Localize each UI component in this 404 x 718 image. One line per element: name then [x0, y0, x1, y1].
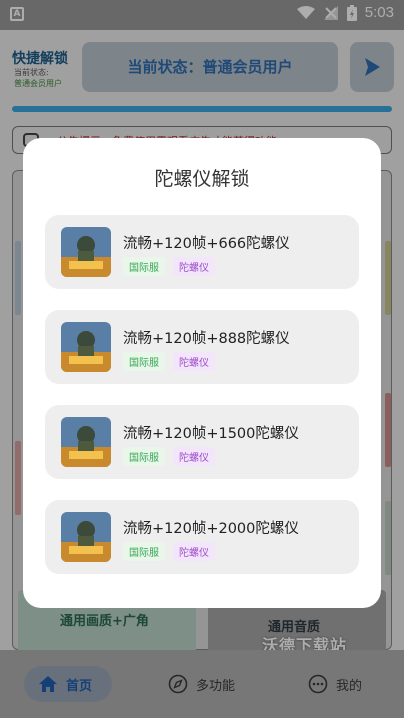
option-title: 流畅+120帧+666陀螺仪	[123, 236, 290, 252]
game-thumbnail-icon	[61, 227, 111, 277]
option-item[interactable]: 流畅+120帧+666陀螺仪 国际服 陀螺仪	[45, 215, 359, 289]
region-tag: 国际服	[123, 542, 165, 561]
game-thumbnail-icon	[61, 417, 111, 467]
option-title: 流畅+120帧+888陀螺仪	[123, 331, 290, 347]
game-thumbnail-icon	[61, 322, 111, 372]
option-item[interactable]: 流畅+120帧+2000陀螺仪 国际服 陀螺仪	[45, 500, 359, 574]
game-thumbnail-icon	[61, 512, 111, 562]
option-title: 流畅+120帧+2000陀螺仪	[123, 521, 299, 537]
option-title: 流畅+120帧+1500陀螺仪	[123, 426, 299, 442]
dialog-title: 陀螺仪解锁	[154, 168, 250, 190]
region-tag: 国际服	[123, 447, 165, 466]
option-item[interactable]: 流畅+120帧+888陀螺仪 国际服 陀螺仪	[45, 310, 359, 384]
gyro-unlock-dialog: 陀螺仪解锁 流畅+120帧+666陀螺仪 国际服 陀螺仪 流畅+120帧+888…	[23, 138, 381, 608]
feature-tag: 陀螺仪	[173, 257, 215, 276]
region-tag: 国际服	[123, 352, 165, 371]
feature-tag: 陀螺仪	[173, 447, 215, 466]
feature-tag: 陀螺仪	[173, 352, 215, 371]
region-tag: 国际服	[123, 257, 165, 276]
feature-tag: 陀螺仪	[173, 542, 215, 561]
option-item[interactable]: 流畅+120帧+1500陀螺仪 国际服 陀螺仪	[45, 405, 359, 479]
